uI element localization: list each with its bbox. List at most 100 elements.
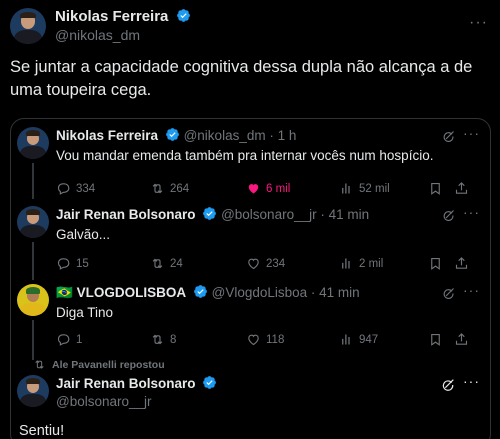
thread-connector	[32, 242, 34, 280]
verified-icon	[202, 375, 217, 390]
author-names: Nikolas Ferreira @nikolas_dm	[55, 8, 191, 44]
view-count: 2 mil	[359, 257, 384, 270]
tweet-actions: 15 24 234 2 mil	[56, 256, 476, 274]
avatar[interactable]	[17, 206, 49, 238]
bookmark-button[interactable]	[428, 181, 443, 196]
bookmark-button[interactable]	[428, 332, 443, 347]
tweet-text: Sentiu!	[19, 423, 65, 439]
share-icon	[454, 332, 469, 347]
avatar[interactable]	[17, 127, 49, 159]
repost-note-text: Ale Pavanelli repostou	[52, 358, 165, 371]
views-button[interactable]: 947	[339, 332, 378, 347]
verified-icon	[165, 127, 180, 142]
like-count: 6 mil	[266, 182, 291, 195]
repost-note[interactable]: Ale Pavanelli repostou	[33, 358, 165, 371]
brazil-flag-icon: 🇧🇷	[56, 285, 73, 300]
grok-icon[interactable]	[441, 208, 456, 223]
more-icon[interactable]: ···	[463, 282, 480, 298]
like-count: 234	[266, 257, 286, 270]
thread-connector	[32, 163, 34, 199]
repost-icon	[33, 358, 46, 371]
heart-icon	[246, 256, 261, 271]
like-button[interactable]: 6 mil	[246, 181, 290, 196]
tweet-actions: 334 264 6 mil 52 mil	[56, 181, 476, 199]
view-count: 52 mil	[359, 182, 390, 195]
verified-icon	[176, 8, 191, 23]
repost-icon	[150, 332, 165, 347]
reply-icon	[56, 256, 71, 271]
reply-button[interactable]: 15	[56, 256, 89, 271]
like-count: 118	[266, 333, 285, 346]
verified-icon	[202, 206, 217, 221]
avatar[interactable]	[10, 8, 46, 44]
repost-button[interactable]: 24	[150, 256, 183, 271]
share-button[interactable]	[454, 332, 469, 347]
repost-icon	[150, 256, 165, 271]
views-icon	[339, 256, 354, 271]
views-icon	[339, 181, 354, 196]
display-name[interactable]: VLOGDOLISBOA	[77, 285, 187, 300]
tweet-meta: 🇧🇷 VLOGDOLISBOA @VlogdoLisboa · 41 min	[56, 284, 360, 302]
quoted-thread-card[interactable]: Nikolas Ferreira @nikolas_dm · 1 h ··· V…	[10, 118, 491, 439]
grok-icon[interactable]	[440, 377, 456, 393]
views-button[interactable]: 52 mil	[339, 181, 390, 196]
reply-icon	[56, 332, 71, 347]
tweet-text: Diga Tino	[56, 305, 114, 320]
handle[interactable]: @nikolas_dm	[55, 26, 191, 44]
grok-icon[interactable]	[441, 286, 456, 301]
bookmark-icon	[428, 256, 443, 271]
bookmark-icon	[428, 181, 443, 196]
heart-icon	[246, 332, 261, 347]
tweet-text: Se juntar a capacidade cognitiva dessa d…	[10, 58, 473, 99]
more-icon[interactable]: ···	[469, 14, 488, 32]
share-icon	[454, 256, 469, 271]
tweet-actions: 1 8 118 947	[56, 332, 476, 350]
reply-count: 334	[76, 182, 96, 195]
repost-count: 24	[170, 257, 183, 270]
display-name[interactable]: Nikolas Ferreira	[55, 8, 168, 25]
share-icon	[454, 181, 469, 196]
like-button[interactable]: 234	[246, 256, 285, 271]
more-icon[interactable]: ···	[463, 204, 480, 220]
display-name[interactable]: Nikolas Ferreira	[56, 128, 158, 143]
like-button[interactable]: 118	[246, 332, 284, 347]
reply-button[interactable]: 1	[56, 332, 82, 347]
avatar[interactable]	[17, 375, 49, 407]
share-button[interactable]	[454, 181, 469, 196]
tweet-meta: Jair Renan Bolsonaro	[56, 375, 217, 393]
grok-icon[interactable]	[441, 129, 456, 144]
reply-count: 1	[76, 333, 83, 346]
handle[interactable]: @bolsonaro__jr	[56, 394, 152, 409]
main-tweet: Nikolas Ferreira @nikolas_dm Se juntar a…	[10, 8, 490, 102]
handle-time[interactable]: @bolsonaro__jr · 41 min	[221, 207, 369, 222]
avatar[interactable]	[17, 284, 49, 316]
share-button[interactable]	[454, 256, 469, 271]
handle-time[interactable]: @VlogdoLisboa · 41 min	[212, 285, 360, 300]
tweet-text: Vou mandar emenda também pra internar vo…	[56, 148, 434, 163]
more-icon[interactable]: ···	[463, 125, 480, 141]
repost-icon	[150, 181, 165, 196]
repost-button[interactable]: 8	[150, 332, 176, 347]
more-icon[interactable]: ···	[463, 373, 480, 389]
repost-button[interactable]: 264	[150, 181, 189, 196]
bookmark-button[interactable]	[428, 256, 443, 271]
reply-button[interactable]: 334	[56, 181, 95, 196]
verified-icon	[193, 284, 208, 299]
reply-icon	[56, 181, 71, 196]
heart-filled-icon	[246, 181, 261, 196]
bookmark-icon	[428, 332, 443, 347]
main-tweet-header: Nikolas Ferreira @nikolas_dm	[10, 8, 490, 44]
display-name[interactable]: Jair Renan Bolsonaro	[56, 207, 196, 222]
display-name[interactable]: Jair Renan Bolsonaro	[56, 376, 196, 391]
view-count: 947	[359, 333, 379, 346]
tweet-meta: Nikolas Ferreira @nikolas_dm · 1 h	[56, 127, 296, 145]
tweet-text: Galvão...	[56, 227, 111, 242]
handle-time[interactable]: @nikolas_dm · 1 h	[184, 128, 297, 143]
repost-count: 8	[170, 333, 177, 346]
views-button[interactable]: 2 mil	[339, 256, 383, 271]
tweet-meta: Jair Renan Bolsonaro @bolsonaro__jr · 41…	[56, 206, 369, 224]
reply-count: 15	[76, 257, 89, 270]
repost-count: 264	[170, 182, 190, 195]
thread-connector	[32, 320, 34, 360]
views-icon	[339, 332, 354, 347]
